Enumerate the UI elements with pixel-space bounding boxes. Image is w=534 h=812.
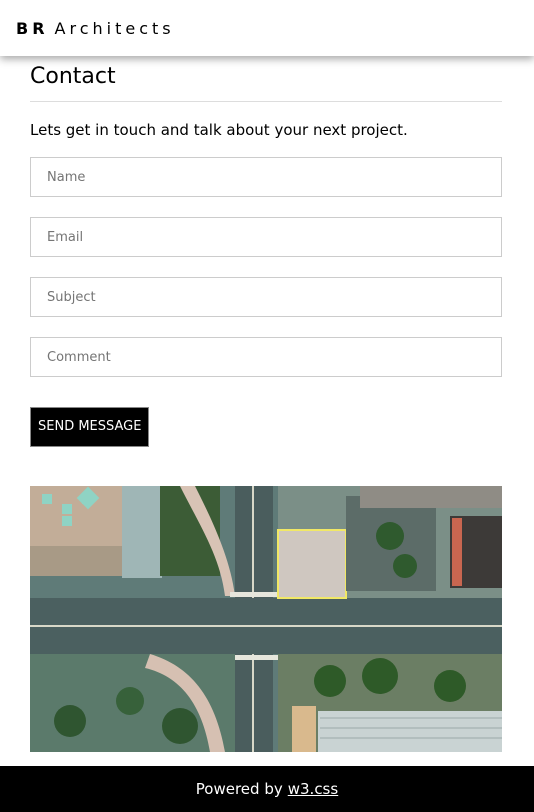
aerial-city-photo <box>30 486 502 752</box>
comment-input[interactable] <box>30 337 502 377</box>
subject-input[interactable] <box>30 277 502 317</box>
brand-initials: BR <box>16 18 49 38</box>
aerial-city-image <box>30 486 502 752</box>
brand-name: Architects <box>54 18 175 38</box>
name-input[interactable] <box>30 157 502 197</box>
contact-heading: Contact <box>30 56 502 102</box>
email-input[interactable] <box>30 217 502 257</box>
w3css-link[interactable]: w3.css <box>288 780 338 798</box>
send-message-button[interactable]: SEND MESSAGE <box>30 407 150 447</box>
brand-logo-link[interactable]: BR Architects <box>16 19 175 38</box>
footer-powered-by: Powered by <box>195 780 283 798</box>
top-navigation-bar: BR Architects <box>0 0 534 56</box>
contact-intro-text: Lets get in touch and talk about your ne… <box>30 121 408 139</box>
page-footer: Powered by w3.css <box>0 766 534 812</box>
contact-section: Contact Lets get in touch and talk about… <box>30 56 502 447</box>
